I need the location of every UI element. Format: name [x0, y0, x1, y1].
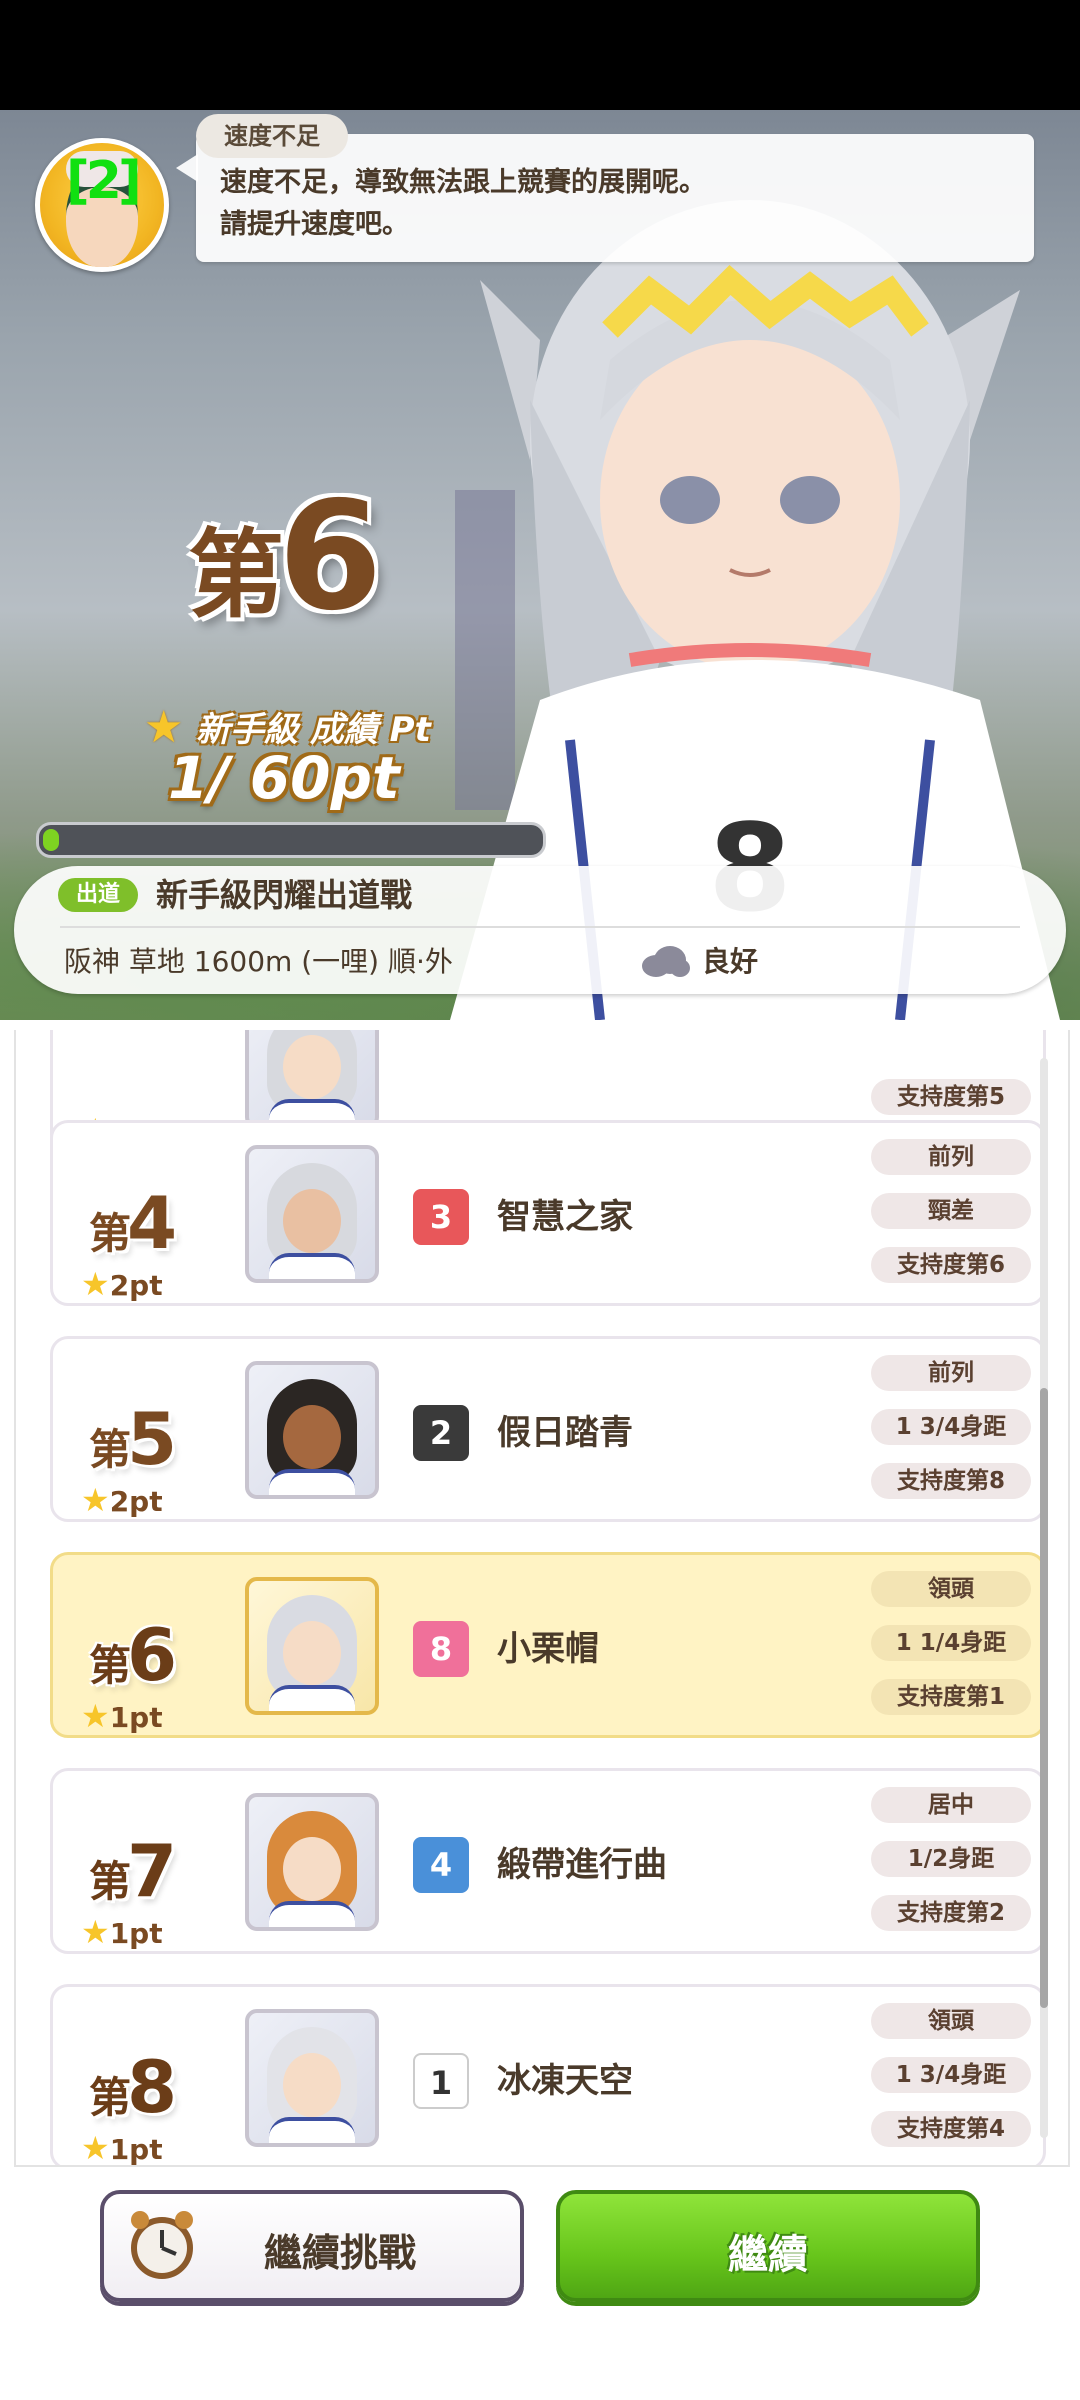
star-icon: ★: [81, 1481, 110, 1519]
row-rank-prefix: 第: [89, 2073, 131, 2122]
grade-points-value: 1/ 60pt: [168, 744, 400, 812]
retry-button-label: 繼續挑戰: [264, 2231, 417, 2275]
row-tag-margin: 1 3/4身距: [871, 1409, 1031, 1445]
row-rank-number: 4: [127, 1181, 177, 1265]
cloud-icon: [642, 946, 690, 977]
row-tag-support: 支持度第8: [871, 1463, 1031, 1499]
finish-place-prefix: 第: [188, 519, 284, 631]
race-type-badge: 出道: [58, 878, 139, 912]
row-tag-margin: 1/2身距: [871, 1841, 1031, 1877]
row-tag-support: 支持度第1: [871, 1679, 1031, 1715]
row-tag-margin: 1 3/4身距: [871, 2057, 1031, 2093]
row-tag-support: 支持度第6: [871, 1247, 1031, 1283]
row-tag-margin: 1 1/4身距: [871, 1625, 1031, 1661]
row-rank: 第8: [89, 2045, 177, 2129]
row-tag-support: 支持度第2: [871, 1895, 1031, 1931]
advisor-title: 速度不足: [196, 114, 348, 158]
grade-points-progress: [36, 822, 546, 858]
result-row[interactable]: 第8 ★1pt 1 冰凍天空 領頭 1 3/4身距 支持度第4: [50, 1984, 1046, 2167]
row-rank-number: 8: [127, 2045, 177, 2129]
horse-portrait: [245, 1145, 379, 1283]
finish-place: 第6: [188, 470, 382, 644]
row-tag-position: 前列: [871, 1355, 1031, 1391]
horse-name: 假日踏青: [497, 1413, 633, 1453]
row-tag-position: 居中: [871, 1787, 1031, 1823]
row-points: ★1pt: [81, 2129, 163, 2167]
horse-portrait: [245, 2009, 379, 2147]
row-tag-position: 領頭: [871, 1571, 1031, 1607]
row-points-value: 2pt: [109, 1269, 163, 1302]
retry-button[interactable]: 繼續挑戰: [100, 2190, 524, 2302]
row-points-value: 1pt: [109, 1917, 163, 1950]
results-list[interactable]: ★4pt 支持度第5 第4 ★2pt 3 智慧之家 前列 頸差 支持度第6 第5…: [14, 1030, 1070, 2167]
row-rank: 第7: [89, 1829, 177, 1913]
continue-button[interactable]: 繼續: [556, 2190, 980, 2302]
star-icon: ★: [81, 2129, 110, 2167]
horse-name: 智慧之家: [497, 1197, 633, 1237]
row-tags: 領頭 1 3/4身距 支持度第4: [871, 2003, 1031, 2165]
scrollbar-thumb[interactable]: [1040, 1388, 1048, 2008]
row-tag-position: 前列: [871, 1139, 1031, 1175]
row-tags: 前列 頸差 支持度第6: [871, 1139, 1031, 1301]
star-icon: ★: [81, 1697, 110, 1735]
horse-portrait: [245, 1361, 379, 1499]
row-points-value: 1pt: [109, 2133, 163, 2166]
row-rank: 第5: [89, 1397, 177, 1481]
horse-name: 冰凍天空: [497, 2061, 633, 2101]
race-divider: [60, 926, 1020, 928]
result-row[interactable]: 第4 ★2pt 3 智慧之家 前列 頸差 支持度第6: [50, 1120, 1046, 1306]
row-rank-prefix: 第: [89, 1209, 131, 1258]
row-rank: 第6: [89, 1613, 177, 1697]
race-detail: 阪神 草地 1600m (一哩) 順·外: [64, 945, 453, 978]
horse-portrait: [245, 1793, 379, 1931]
horse-name: 小栗帽: [497, 1629, 599, 1669]
row-points-value: 1pt: [109, 1701, 163, 1734]
results-scrollbar[interactable]: [1040, 1058, 1048, 2138]
row-rank-prefix: 第: [89, 1857, 131, 1906]
row-rank-number: 6: [127, 1613, 177, 1697]
row-tag-support: 支持度第4: [871, 2111, 1031, 2147]
grade-points-progress-fill: [43, 829, 59, 851]
gate-number: 2: [413, 1405, 469, 1461]
row-points: ★1pt: [81, 1913, 163, 1951]
horse-portrait: [245, 1577, 379, 1715]
star-icon: ★: [81, 1913, 110, 1951]
row-rank-number: 5: [127, 1397, 177, 1481]
track-condition: 良好: [702, 945, 759, 978]
row-tag-support: 支持度第5: [871, 1079, 1031, 1115]
race-name: 新手級閃耀出道戰: [156, 876, 413, 914]
row-rank-prefix: 第: [89, 1425, 131, 1474]
row-tag-margin: 頸差: [871, 1193, 1031, 1229]
horse-name: 緞帶進行曲: [497, 1845, 667, 1885]
row-points-value: 2pt: [109, 1485, 163, 1518]
row-tags: 居中 1/2身距 支持度第2: [871, 1787, 1031, 1949]
row-rank: 第4: [89, 1181, 177, 1265]
row-rank-prefix: 第: [89, 1641, 131, 1690]
row-tags: 前列 1 3/4身距 支持度第8: [871, 1355, 1031, 1517]
alarm-clock-icon: [131, 2211, 193, 2279]
status-bar: [0, 0, 1080, 110]
result-row[interactable]: 第5 ★2pt 2 假日踏青 前列 1 3/4身距 支持度第8: [50, 1336, 1046, 1522]
result-row[interactable]: 第7 ★1pt 4 緞帶進行曲 居中 1/2身距 支持度第2: [50, 1768, 1046, 1954]
row-points: ★2pt: [81, 1265, 163, 1303]
finish-place-number: 6: [278, 470, 382, 644]
result-row-player[interactable]: 第6 ★1pt 8 小栗帽 領頭 1 1/4身距 支持度第1: [50, 1552, 1046, 1738]
gate-number: 8: [413, 1621, 469, 1677]
gate-number: 4: [413, 1837, 469, 1893]
gate-number: 3: [413, 1189, 469, 1245]
star-icon: ★: [81, 1265, 110, 1303]
row-points: ★1pt: [81, 1697, 163, 1735]
row-points: ★2pt: [81, 1481, 163, 1519]
horse-portrait: [245, 1030, 379, 1129]
gate-number: 1: [413, 2053, 469, 2109]
continue-button-label: 繼續: [728, 2232, 808, 2278]
advisor-avatar: [2]: [35, 138, 169, 272]
row-tag-position: 領頭: [871, 2003, 1031, 2039]
advisor-avatar-tag: [2]: [66, 151, 142, 211]
advisor-message: 速度不足，導致無法跟上競賽的展開呢。 請提升速度吧。: [220, 167, 706, 240]
row-rank-number: 7: [127, 1829, 177, 1913]
row-tags: 領頭 1 1/4身距 支持度第1: [871, 1571, 1031, 1733]
